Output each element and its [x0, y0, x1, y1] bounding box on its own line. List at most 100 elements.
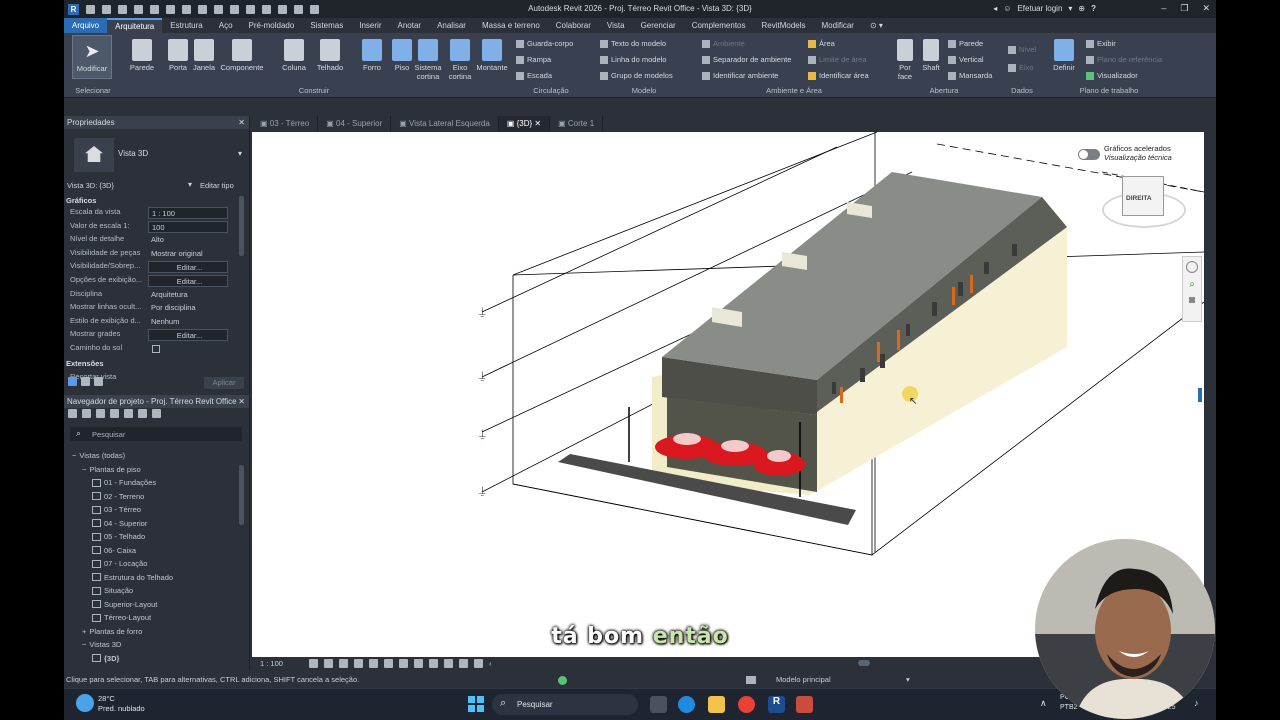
- arrow-down-icon[interactable]: ◂: [993, 4, 997, 13]
- sun-path-icon[interactable]: [338, 659, 348, 668]
- group-select-label[interactable]: Selecionar: [68, 86, 118, 95]
- analytical-model-icon[interactable]: [443, 659, 453, 668]
- edit-button[interactable]: Editar...: [148, 261, 228, 274]
- level-button[interactable]: Nível: [1008, 45, 1036, 54]
- browser-node[interactable]: − Vistas (todas): [72, 451, 125, 460]
- weather-icon[interactable]: [76, 694, 94, 712]
- user-icon[interactable]: ☺: [1003, 4, 1011, 13]
- ribbon-tab-file[interactable]: Arquivo: [64, 18, 108, 33]
- browser-scrollbar[interactable]: [239, 465, 244, 525]
- browser-home-icon[interactable]: [68, 409, 77, 418]
- browser-links-icon[interactable]: [152, 409, 161, 418]
- model-icon[interactable]: [746, 676, 756, 684]
- open-icon[interactable]: [102, 4, 111, 14]
- minimize-icon[interactable]: –: [1161, 3, 1166, 14]
- keyboard-layout[interactable]: PTB2: [1060, 704, 1078, 711]
- sun-path-checkbox[interactable]: [152, 345, 160, 353]
- dimension-icon[interactable]: [214, 4, 223, 14]
- temporary-hide-icon[interactable]: [413, 659, 423, 668]
- close-icon[interactable]: ✕: [238, 395, 245, 408]
- view-tab[interactable]: ▣ Corte 1: [550, 116, 604, 132]
- undo-icon[interactable]: [150, 4, 159, 14]
- browser-node[interactable]: 06- Caixa: [92, 546, 136, 555]
- ribbon-tab-item[interactable]: Complementos: [684, 18, 754, 33]
- restore-icon[interactable]: ❐: [1180, 3, 1188, 14]
- browser-node[interactable]: Térreo-Layout: [92, 613, 151, 622]
- browser-node[interactable]: − Plantas de piso: [82, 465, 141, 474]
- browser-search[interactable]: ⌕ Pesquisar: [70, 427, 242, 441]
- model-line-button[interactable]: Linha do modelo: [600, 55, 666, 64]
- ribbon-tab-item[interactable]: Inserir: [351, 18, 389, 33]
- print-icon[interactable]: [182, 4, 191, 14]
- ribbon-tab-item[interactable]: Analisar: [429, 18, 474, 33]
- browser-node[interactable]: 04 - Superior: [92, 519, 147, 528]
- model-text-button[interactable]: Texto do modelo: [600, 39, 666, 48]
- search-input[interactable]: Pesquisar: [92, 430, 125, 439]
- apply-button[interactable]: Aplicar: [204, 377, 244, 389]
- revit-logo-icon[interactable]: R: [68, 3, 79, 15]
- save-icon[interactable]: [118, 4, 127, 14]
- build-button-9[interactable]: Eixo cortina: [444, 35, 476, 81]
- revit-taskbar-icon[interactable]: R: [768, 696, 785, 713]
- browser-node[interactable]: Situação: [92, 586, 133, 595]
- shadows-icon[interactable]: [353, 659, 363, 668]
- ribbon-tab-architecture[interactable]: Arquitetura: [107, 18, 163, 33]
- weather-description[interactable]: Pred. nublado: [98, 704, 145, 713]
- instance-selector[interactable]: Vista 3D: {3D}: [67, 181, 114, 190]
- browser-node[interactable]: 02 - Terreno: [92, 492, 144, 501]
- browser-groups-icon[interactable]: [138, 409, 147, 418]
- canvas-scrollbar[interactable]: [1198, 388, 1202, 402]
- set-workplane-button[interactable]: Definir: [1048, 35, 1080, 72]
- property-value[interactable]: 1 : 100: [148, 207, 228, 219]
- close-icon[interactable]: ✕: [532, 119, 541, 128]
- tray-arrow-icon[interactable]: ∧: [1040, 698, 1047, 709]
- taskbar-search-input[interactable]: Pesquisar: [517, 700, 553, 709]
- browser-node[interactable]: 07 - Locação: [92, 559, 147, 568]
- modify-button[interactable]: ➤ Modificar: [72, 35, 112, 79]
- stair-button[interactable]: Escada: [516, 71, 552, 80]
- edge-icon[interactable]: [678, 696, 695, 713]
- area-button[interactable]: Área: [808, 39, 835, 48]
- ribbon-tab-item[interactable]: Modificar: [814, 18, 862, 33]
- notifications-icon[interactable]: ♪: [1194, 698, 1199, 708]
- model-group-button[interactable]: Grupo de modelos: [600, 71, 673, 80]
- tag-room-button[interactable]: Identificar ambiente: [702, 71, 778, 80]
- view-tab[interactable]: ▣ Vista Lateral Esquerda: [391, 116, 499, 132]
- chevron-down-icon[interactable]: ▾: [1068, 4, 1072, 13]
- login-link[interactable]: Efetuar login: [1017, 4, 1062, 13]
- measure-icon[interactable]: [198, 4, 207, 14]
- vertical-opening-button[interactable]: Vertical: [948, 55, 984, 64]
- ribbon-tab-item[interactable]: Anotar: [389, 18, 429, 33]
- reveal-hidden-icon[interactable]: [428, 659, 438, 668]
- railing-button[interactable]: Guarda-corpo: [516, 39, 573, 48]
- ribbon-tab-item[interactable]: Sistemas: [302, 18, 351, 33]
- build-button-2[interactable]: Janela: [188, 35, 220, 72]
- crop-icon[interactable]: [368, 659, 378, 668]
- taskbar-search[interactable]: ⌕ Pesquisar: [492, 694, 638, 715]
- properties-help-icon[interactable]: [68, 377, 77, 386]
- nav-bar-options-icon[interactable]: [1189, 297, 1195, 303]
- browser-node[interactable]: {3D}: [92, 654, 119, 663]
- edit-type-button[interactable]: Editar tipo: [200, 181, 234, 190]
- browser-node[interactable]: 05 - Telhado: [92, 532, 145, 541]
- ramp-button[interactable]: Rampa: [516, 55, 551, 64]
- close-hidden-icon[interactable]: [294, 4, 303, 14]
- tag-area-button[interactable]: Identificar área: [808, 71, 869, 80]
- build-button-6[interactable]: Forro: [356, 35, 388, 72]
- build-button-0[interactable]: Parede: [126, 35, 158, 72]
- browser-views-icon[interactable]: [82, 409, 91, 418]
- switch-windows-icon[interactable]: [310, 4, 319, 14]
- wall-opening-button[interactable]: Parede: [948, 39, 983, 48]
- properties-scrollbar[interactable]: [239, 196, 244, 256]
- shaft-button[interactable]: Shaft: [918, 35, 944, 72]
- ribbon-tab-item[interactable]: Gerenciar: [633, 18, 684, 33]
- ribbon-tab-item[interactable]: Colaborar: [548, 18, 599, 33]
- reveal-constraints-icon[interactable]: [473, 659, 483, 668]
- chevron-down-icon[interactable]: ▾: [238, 149, 242, 158]
- help-icon[interactable]: ?: [1091, 4, 1096, 13]
- build-button-3[interactable]: Componente: [218, 35, 266, 72]
- windows-start-icon[interactable]: [468, 696, 485, 713]
- build-button-4[interactable]: Coluna: [278, 35, 310, 72]
- ribbon-tab-item[interactable]: Aço: [211, 18, 241, 33]
- browser-families-icon[interactable]: [124, 409, 133, 418]
